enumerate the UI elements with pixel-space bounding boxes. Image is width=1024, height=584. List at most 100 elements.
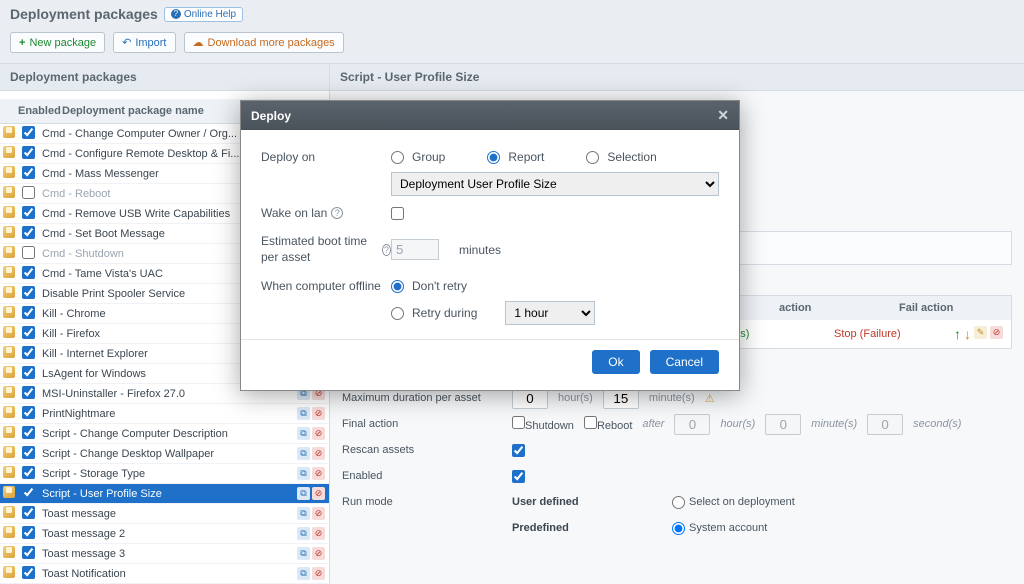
- download-more-button[interactable]: ☁Download more packages: [184, 32, 344, 53]
- ok-button[interactable]: Ok: [592, 350, 639, 374]
- right-section-title: Script - User Profile Size: [330, 64, 1024, 91]
- after-seconds-input[interactable]: [867, 414, 903, 435]
- report-radio[interactable]: [487, 151, 500, 164]
- package-icon: [0, 506, 18, 521]
- close-icon[interactable]: ✕: [717, 107, 729, 124]
- package-enabled-checkbox[interactable]: [22, 186, 35, 199]
- package-enabled-checkbox[interactable]: [22, 406, 35, 419]
- copy-icon[interactable]: ⧉: [297, 507, 310, 520]
- package-enabled-checkbox[interactable]: [22, 146, 35, 159]
- package-enabled-checkbox[interactable]: [22, 226, 35, 239]
- move-down-icon[interactable]: ↓: [964, 326, 971, 342]
- retry-duration-select[interactable]: 1 hour: [505, 301, 595, 325]
- package-icon: [0, 366, 18, 381]
- package-enabled-checkbox[interactable]: [22, 266, 35, 279]
- package-icon: [0, 226, 18, 241]
- package-row[interactable]: Script - Change Computer Description⧉⊘: [0, 424, 329, 444]
- package-row[interactable]: Script - Storage Type⧉⊘: [0, 464, 329, 484]
- package-enabled-checkbox[interactable]: [22, 306, 35, 319]
- package-name: Script - Storage Type: [38, 468, 297, 480]
- package-name: PrintNightmare: [38, 408, 297, 420]
- new-package-button[interactable]: +New package: [10, 32, 105, 53]
- enabled-label: Enabled: [342, 470, 502, 482]
- col-success-action: action: [771, 296, 891, 320]
- retry-during-radio[interactable]: [391, 307, 404, 320]
- package-enabled-checkbox[interactable]: [22, 486, 35, 499]
- package-row[interactable]: Toast message⧉⊘: [0, 504, 329, 524]
- package-row[interactable]: PrintNightmare⧉⊘: [0, 404, 329, 424]
- modal-title: Deploy: [251, 109, 291, 123]
- delete-icon[interactable]: ⊘: [312, 567, 325, 580]
- package-icon: [0, 186, 18, 201]
- package-enabled-checkbox[interactable]: [22, 206, 35, 219]
- package-row[interactable]: Toast message 3⧉⊘: [0, 544, 329, 564]
- package-icon: [0, 486, 18, 501]
- after-minutes-input[interactable]: [765, 414, 801, 435]
- cancel-button[interactable]: Cancel: [650, 350, 719, 374]
- package-enabled-checkbox[interactable]: [22, 286, 35, 299]
- selection-radio[interactable]: [586, 151, 599, 164]
- after-hours-input[interactable]: [674, 414, 710, 435]
- boot-time-input[interactable]: [391, 239, 439, 260]
- help-icon[interactable]: ?: [382, 244, 391, 256]
- package-enabled-checkbox[interactable]: [22, 386, 35, 399]
- copy-icon[interactable]: ⧉: [297, 527, 310, 540]
- shutdown-checkbox[interactable]: [512, 416, 525, 429]
- copy-icon[interactable]: ⧉: [297, 547, 310, 560]
- enabled-checkbox[interactable]: [512, 470, 525, 483]
- system-account-radio[interactable]: [672, 522, 685, 535]
- delete-icon[interactable]: ⊘: [990, 326, 1003, 339]
- copy-icon[interactable]: ⧉: [297, 487, 310, 500]
- copy-icon[interactable]: ⧉: [297, 427, 310, 440]
- package-row[interactable]: Toast message 2⧉⊘: [0, 524, 329, 544]
- delete-icon[interactable]: ⊘: [312, 467, 325, 480]
- report-select[interactable]: Deployment User Profile Size: [391, 172, 719, 196]
- delete-icon[interactable]: ⊘: [312, 487, 325, 500]
- package-enabled-checkbox[interactable]: [22, 126, 35, 139]
- move-up-icon[interactable]: ↑: [954, 326, 961, 342]
- page-title: Deployment packages: [10, 6, 158, 22]
- delete-icon[interactable]: ⊘: [312, 407, 325, 420]
- package-icon: [0, 346, 18, 361]
- online-help-link[interactable]: Online Help: [164, 7, 243, 22]
- package-enabled-checkbox[interactable]: [22, 426, 35, 439]
- group-radio[interactable]: [391, 151, 404, 164]
- help-icon[interactable]: ?: [331, 207, 343, 219]
- delete-icon[interactable]: ⊘: [312, 427, 325, 440]
- copy-icon[interactable]: ⧉: [297, 467, 310, 480]
- package-enabled-checkbox[interactable]: [22, 366, 35, 379]
- reboot-checkbox[interactable]: [584, 416, 597, 429]
- delete-icon[interactable]: ⊘: [312, 527, 325, 540]
- copy-icon[interactable]: ⧉: [297, 567, 310, 580]
- wake-on-lan-checkbox[interactable]: [391, 207, 404, 220]
- package-enabled-checkbox[interactable]: [22, 166, 35, 179]
- delete-icon[interactable]: ⊘: [312, 547, 325, 560]
- copy-icon[interactable]: ⧉: [297, 407, 310, 420]
- edit-icon[interactable]: ✎: [974, 326, 987, 339]
- package-row[interactable]: Script - Change Desktop Wallpaper⧉⊘: [0, 444, 329, 464]
- max-duration-label: Maximum duration per asset: [342, 392, 502, 404]
- package-enabled-checkbox[interactable]: [22, 466, 35, 479]
- copy-icon[interactable]: ⧉: [297, 447, 310, 460]
- package-icon: [0, 326, 18, 341]
- delete-icon[interactable]: ⊘: [312, 447, 325, 460]
- package-enabled-checkbox[interactable]: [22, 346, 35, 359]
- dont-retry-radio[interactable]: [391, 280, 404, 293]
- package-enabled-checkbox[interactable]: [22, 446, 35, 459]
- package-enabled-checkbox[interactable]: [22, 326, 35, 339]
- package-row[interactable]: Script - User Profile Size⧉⊘: [0, 484, 329, 504]
- final-action-label: Final action: [342, 418, 502, 430]
- left-section-title: Deployment packages: [0, 64, 329, 91]
- package-enabled-checkbox[interactable]: [22, 546, 35, 559]
- package-enabled-checkbox[interactable]: [22, 506, 35, 519]
- import-button[interactable]: ↶Import: [113, 32, 175, 53]
- select-on-deploy-radio[interactable]: [672, 496, 685, 509]
- delete-icon[interactable]: ⊘: [312, 507, 325, 520]
- runmode-label: Run mode: [342, 496, 502, 508]
- package-enabled-checkbox[interactable]: [22, 246, 35, 259]
- package-enabled-checkbox[interactable]: [22, 526, 35, 539]
- package-enabled-checkbox[interactable]: [22, 566, 35, 579]
- rescan-checkbox[interactable]: [512, 444, 525, 457]
- package-row[interactable]: Toast Notification⧉⊘: [0, 564, 329, 584]
- package-icon: [0, 306, 18, 321]
